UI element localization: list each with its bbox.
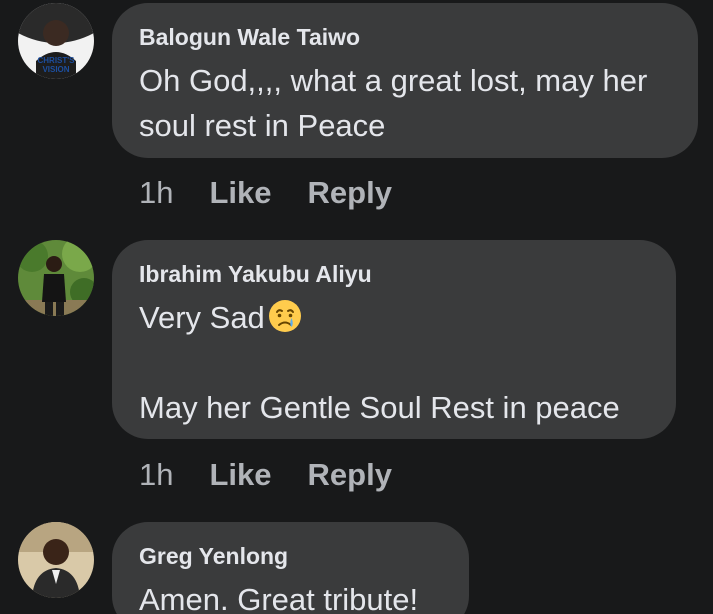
comment-author[interactable]: Greg Yenlong (139, 542, 443, 570)
comment-text-line (139, 340, 650, 385)
comment-text: Amen. Great tribute! (139, 577, 443, 614)
like-button[interactable]: Like (209, 457, 271, 492)
crying-face-icon (267, 298, 303, 334)
comment-text-line: soul rest in Peace (139, 108, 386, 143)
avatar-image (18, 240, 94, 316)
comment-timestamp[interactable]: 1h (139, 457, 173, 492)
comment-text: Oh God,,,, what a great lost, may her so… (139, 58, 672, 148)
comment-author[interactable]: Balogun Wale Taiwo (139, 23, 672, 51)
comment-bubble: Greg Yenlong Amen. Great tribute! (112, 522, 469, 614)
avatar-image (18, 522, 94, 598)
comment-bubble: Ibrahim Yakubu Aliyu Very Sad May her Ge… (112, 240, 676, 439)
comment-text-line: Amen. Great tribute! (139, 582, 419, 614)
avatar[interactable]: CHRIST'S VISION (18, 3, 94, 79)
comment-actions: 1h Like Reply (139, 175, 392, 211)
reply-button[interactable]: Reply (308, 457, 392, 492)
avatar-caption-line-1: CHRIST'S (37, 56, 75, 65)
reply-button[interactable]: Reply (308, 175, 392, 210)
comment-author[interactable]: Ibrahim Yakubu Aliyu (139, 260, 650, 288)
comment-text-line: May her Gentle Soul Rest in peace (139, 390, 620, 425)
comment-text-line: Very Sad (139, 300, 265, 335)
avatar[interactable] (18, 522, 94, 598)
avatar-caption-line-2: VISION (42, 65, 69, 74)
avatar-image: CHRIST'S VISION (18, 3, 94, 79)
comments-feed: CHRIST'S VISION Balogun Wale Taiwo Oh Go… (0, 0, 713, 614)
comment-text: Very Sad May her Gentle Soul Rest in pea… (139, 295, 650, 430)
comment-timestamp[interactable]: 1h (139, 175, 173, 210)
like-button[interactable]: Like (209, 175, 271, 210)
avatar[interactable] (18, 240, 94, 316)
comment-actions: 1h Like Reply (139, 457, 392, 493)
comment-bubble: Balogun Wale Taiwo Oh God,,,, what a gre… (112, 3, 698, 158)
comment-text-line: Oh God,,,, what a great lost, may her (139, 63, 648, 98)
